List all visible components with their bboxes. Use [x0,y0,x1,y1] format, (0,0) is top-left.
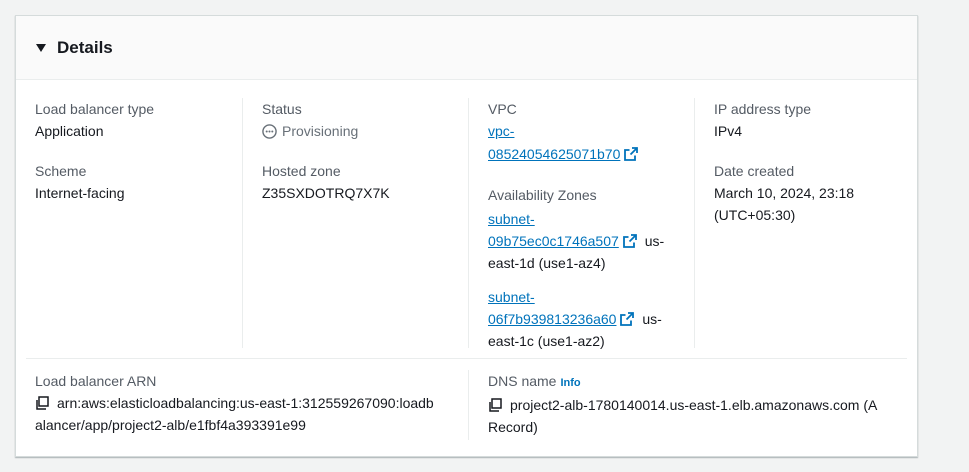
arn-value: arn:aws:elasticloadbalancing:us-east-1:3… [35,395,434,433]
vpc-link-wrap: vpc- 08524054625071b70 [488,120,678,166]
load-balancer-type-value: Application [35,123,104,139]
status-pending-icon [262,123,277,139]
load-balancer-type-label: Load balancer type [35,101,155,117]
subnet-link[interactable]: subnet- 06f7b939813236a60 [488,289,616,327]
column-3: VPC vpc- 08524054625071b70 Availability Z… [468,98,694,349]
hosted-zone-label: Hosted zone [262,163,341,179]
availability-zones-label: Availability Zones [488,187,597,203]
arn-label: Load balancer ARN [35,373,157,389]
subnet-link[interactable]: subnet- 09b75ec0c1746a507 [488,211,619,249]
column-2: Status Provisioning Hosted zone Z35SXDOT… [242,98,468,348]
scheme-value: Internet-facing [35,185,125,201]
ip-address-type-field: IP address type IPv4 [714,98,902,142]
arn-field: Load balancer ARN arn:aws:elasticloadbal… [35,370,468,436]
vpc-link[interactable]: vpc- 08524054625071b70 [488,123,620,162]
section-title: Details [57,37,113,57]
status-field: Status Provisioning [262,98,452,142]
column-4: IP address type IPv4 Date created March … [694,98,918,348]
copy-icon[interactable] [488,398,502,412]
bottom-row: Load balancer ARN arn:aws:elasticloadbal… [16,366,917,446]
availability-zones-field: Availability Zones subnet- 09b75ec0c1746a… [488,184,678,352]
subnet-item: subnet- 09b75ec0c1746a507 us- east-1d (us… [488,208,678,274]
info-link[interactable]: Info [560,377,580,389]
details-grid: Load balancer type Application Scheme In… [16,80,917,360]
hosted-zone-field: Hosted zone Z35SXDOTRQ7X7K [262,160,452,204]
status-label: Status [262,101,302,117]
ip-address-type-label: IP address type [714,101,812,117]
copy-icon[interactable] [35,396,49,410]
ip-address-type-value: IPv4 [714,123,743,139]
dns-name-field: DNS name Info project2-alb-1780140014.us-… [468,370,918,440]
external-link-icon[interactable] [622,234,637,248]
hosted-zone-value: Z35SXDOTRQ7X7K [262,185,390,201]
details-panel: Details Load balancer type Application S… [15,15,918,457]
subnet-item: subnet- 06f7b939813236a60 us- east-1c (us… [488,286,678,352]
dns-name-label: DNS name [488,373,557,389]
scheme-field: Scheme Internet-facing [35,160,226,204]
vpc-field: VPC vpc- 08524054625071b70 [488,98,678,166]
dns-name-label-row: DNS name Info [488,370,918,394]
subnet-az-suffix: us- [644,233,665,249]
details-header[interactable]: Details [16,16,917,80]
external-link-icon[interactable] [624,147,639,161]
subnet-az-text: east-1d (use1-az4) [488,255,606,271]
scheme-label: Scheme [35,163,87,179]
date-created-label: Date created [714,163,795,179]
date-created-field: Date created March 10, 2024, 23:18 (UTC+… [714,160,902,226]
subnet-az-suffix: us- [642,311,662,327]
column-1: Load balancer type Application Scheme In… [16,98,242,348]
caret-down-icon[interactable] [35,43,47,53]
dns-name-value: project2-alb-1780140014.us-east-1.elb.am… [488,397,878,435]
external-link-icon[interactable] [620,312,635,326]
status-value: Provisioning [262,120,452,142]
status-text: Provisioning [282,123,359,139]
vpc-label: VPC [488,101,517,117]
date-created-value: March 10, 2024, 23:18 (UTC+05:30) [714,185,855,223]
section-divider [26,358,907,359]
subnet-az-text: east-1c (use1-az2) [488,333,605,349]
load-balancer-type-field: Load balancer type Application [35,98,226,142]
